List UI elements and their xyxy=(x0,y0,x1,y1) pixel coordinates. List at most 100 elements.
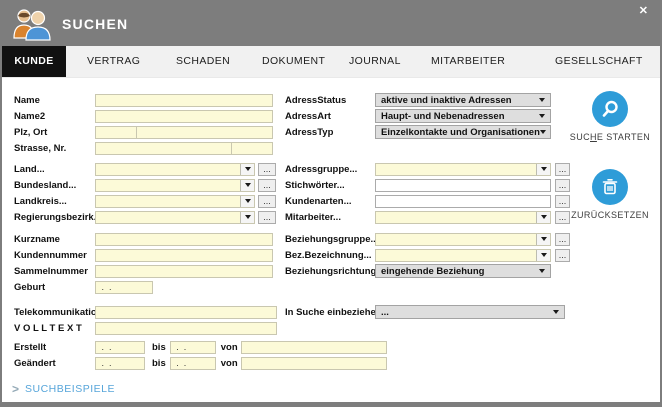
landkreis-combo[interactable] xyxy=(95,194,255,208)
in-suche-einbeziehen-label: In Suche einbeziehen xyxy=(285,306,382,318)
erstellt-from-date-input[interactable] xyxy=(95,340,145,354)
suchbeispiele-link[interactable]: > SUCHBEISPIELE xyxy=(12,383,115,395)
kundennummer-label: Kundennummer xyxy=(14,249,87,261)
land-combo[interactable] xyxy=(95,162,255,176)
kurzname-input[interactable] xyxy=(95,232,273,246)
suchen-window: SUCHEN ✕ KUNDE VERTRAG SCHADEN DOKUMENT … xyxy=(0,0,662,407)
tab-journal[interactable]: JOURNAL xyxy=(349,46,401,77)
beziehungsgruppe-label: Beziehungsgruppe... xyxy=(285,233,379,245)
bez-bezeichnung-browse-button[interactable]: ... xyxy=(555,248,570,262)
erstellt-to-date-input[interactable] xyxy=(169,340,216,354)
reset-button[interactable] xyxy=(592,169,628,205)
land-browse-button[interactable]: ... xyxy=(258,162,276,176)
bez-bezeichnung-label: Bez.Bezeichnung... xyxy=(285,249,372,261)
name2-input[interactable] xyxy=(95,109,273,123)
chevron-down-icon xyxy=(539,98,545,102)
tab-vertrag[interactable]: VERTRAG xyxy=(87,46,140,77)
search-icon xyxy=(602,100,618,117)
stichwoerter-input[interactable] xyxy=(375,178,551,192)
geburt-date-input[interactable] xyxy=(95,280,153,294)
name-input[interactable] xyxy=(95,93,273,107)
window-title: SUCHEN xyxy=(62,16,129,32)
sammelnummer-label: Sammelnummer xyxy=(14,265,88,277)
ort-input[interactable] xyxy=(136,125,273,139)
regierungsbezirk-combo[interactable] xyxy=(95,210,255,224)
strasse-nr-label: Strasse, Nr. xyxy=(14,142,67,154)
adresstyp-select[interactable]: Einzelkontakte und Organisationen xyxy=(375,125,551,139)
stichwoerter-label: Stichwörter... xyxy=(285,179,345,191)
mitarbeiter-label: Mitarbeiter... xyxy=(285,211,341,223)
chevron-down-icon xyxy=(539,130,546,134)
kundennummer-input[interactable] xyxy=(95,248,273,262)
telekommunikation-input[interactable] xyxy=(95,305,277,319)
beziehungsgruppe-browse-button[interactable]: ... xyxy=(555,232,570,246)
chevron-down-icon xyxy=(539,114,545,118)
bis-label: bis xyxy=(152,341,166,353)
bundesland-label: Bundesland... xyxy=(14,179,77,191)
chevron-down-icon[interactable] xyxy=(240,163,254,175)
window-header: SUCHEN ✕ xyxy=(2,2,660,46)
plz-input[interactable] xyxy=(95,125,137,139)
name-label: Name xyxy=(14,94,40,106)
beziehungsgruppe-combo[interactable] xyxy=(375,232,551,246)
erstellt-label: Erstellt xyxy=(14,341,47,353)
close-icon[interactable]: ✕ xyxy=(639,6,648,17)
adressart-select[interactable]: Haupt- und Nebenadressen xyxy=(375,109,551,123)
in-suche-einbeziehen-value: ... xyxy=(381,306,389,318)
chevron-down-icon xyxy=(553,310,559,314)
geaendert-von-input[interactable] xyxy=(240,356,387,370)
adressgruppe-combo[interactable] xyxy=(375,162,551,176)
name2-label: Name2 xyxy=(14,110,46,122)
tab-kunde[interactable]: KUNDE xyxy=(2,46,66,77)
regierungsbezirk-label: Regierungsbezirk... xyxy=(14,211,102,223)
tab-mitarbeiter[interactable]: MITARBEITER xyxy=(431,46,505,77)
chevron-down-icon[interactable] xyxy=(536,233,550,245)
search-button[interactable] xyxy=(592,91,628,127)
volltext-label: V O L L T E X T xyxy=(14,322,82,334)
chevron-down-icon[interactable] xyxy=(240,195,254,207)
kundenarten-input[interactable] xyxy=(375,194,551,208)
beziehungsrichtung-select[interactable]: eingehende Beziehung xyxy=(375,264,551,278)
adressstatus-label: AdressStatus xyxy=(285,94,347,106)
landkreis-browse-button[interactable]: ... xyxy=(258,194,276,208)
plz-ort-label: Plz, Ort xyxy=(14,126,48,138)
geaendert-from-date-input[interactable] xyxy=(95,356,145,370)
chevron-down-icon[interactable] xyxy=(536,163,550,175)
volltext-input[interactable] xyxy=(95,321,277,335)
tab-gesellschaft[interactable]: GESELLSCHAFT xyxy=(555,46,643,77)
erstellt-von-input[interactable] xyxy=(240,340,387,354)
chevron-down-icon[interactable] xyxy=(536,249,550,261)
geaendert-label: Geändert xyxy=(14,357,56,369)
reset-action: ZURÜCKSETZEN xyxy=(560,169,660,220)
geaendert-to-date-input[interactable] xyxy=(169,356,216,370)
bundesland-combo[interactable] xyxy=(95,178,255,192)
chevron-down-icon[interactable] xyxy=(240,211,254,223)
regierungsbezirk-browse-button[interactable]: ... xyxy=(258,210,276,224)
chevron-right-icon: > xyxy=(12,382,20,396)
mitarbeiter-combo[interactable] xyxy=(375,210,551,224)
adressstatus-select[interactable]: aktive und inaktive Adressen xyxy=(375,93,551,107)
reset-button-label[interactable]: ZURÜCKSETZEN xyxy=(560,210,660,220)
bis-label: bis xyxy=(152,357,166,369)
beziehungsrichtung-label: Beziehungsrichtung xyxy=(285,265,377,277)
chevron-down-icon[interactable] xyxy=(536,211,550,223)
beziehungsrichtung-value: eingehende Beziehung xyxy=(381,265,485,277)
search-button-label[interactable]: SUCHE STARTEN xyxy=(560,132,660,142)
tab-schaden[interactable]: SCHADEN xyxy=(176,46,230,77)
in-suche-einbeziehen-select[interactable]: ... xyxy=(375,305,565,319)
sammelnummer-input[interactable] xyxy=(95,264,273,278)
nr-input[interactable] xyxy=(231,141,273,155)
adresstyp-label: AdressTyp xyxy=(285,126,334,138)
chevron-down-icon[interactable] xyxy=(240,179,254,191)
bundesland-browse-button[interactable]: ... xyxy=(258,178,276,192)
tab-dokument[interactable]: DOKUMENT xyxy=(262,46,325,77)
strasse-input[interactable] xyxy=(95,141,232,155)
adressart-label: AdressArt xyxy=(285,110,331,122)
von-label: von xyxy=(220,341,238,353)
bez-bezeichnung-combo[interactable] xyxy=(375,248,551,262)
adressart-value: Haupt- und Nebenadressen xyxy=(381,110,505,122)
land-label: Land... xyxy=(14,163,45,175)
suchbeispiele-label: SUCHBEISPIELE xyxy=(25,383,115,395)
chevron-down-icon xyxy=(539,269,545,273)
von-label: von xyxy=(220,357,238,369)
